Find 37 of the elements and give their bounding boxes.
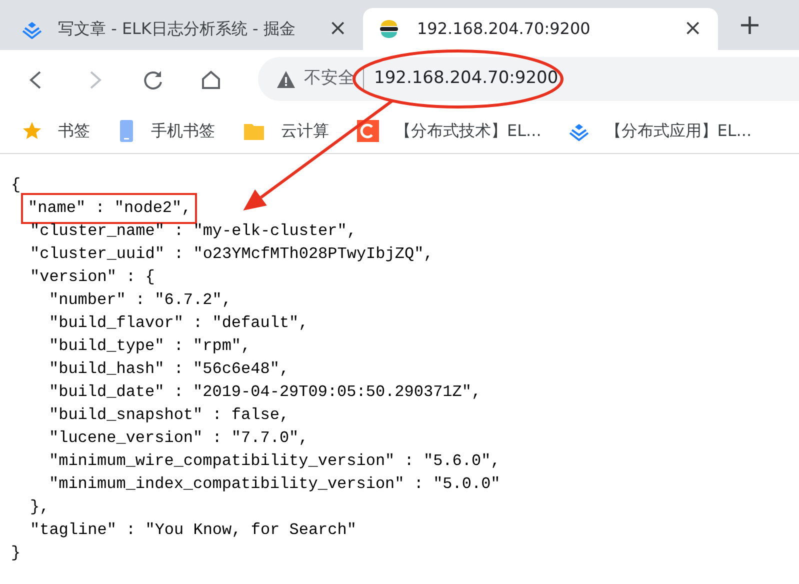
- bookmark[interactable]: 【分布式应用】EL...: [569, 118, 752, 142]
- json-line: {: [11, 175, 21, 196]
- close-button[interactable]: ×: [682, 18, 704, 40]
- json-line: "number" : "6.7.2",: [49, 290, 232, 311]
- chevron-stack-icon: [22, 19, 42, 39]
- tab-title: 192.168.204.70:9200: [417, 18, 592, 40]
- star-icon: [22, 120, 42, 140]
- new-tab-button[interactable]: +: [732, 10, 768, 40]
- security-label: 不安全: [304, 66, 364, 92]
- json-line: "lucene_version" : "7.7.0",: [49, 428, 308, 449]
- json-line: "minimum_wire_compatibility_version" : "5.6.0",: [49, 451, 500, 472]
- json-line: "build_hash" : "56c6e48",: [49, 359, 290, 380]
- bookmark[interactable]: 【分布式技术】EL...: [357, 118, 542, 142]
- json-line: "build_snapshot" : false,: [49, 405, 290, 426]
- tab-title: 写文章 - ELK日志分析系统 - 掘金: [58, 18, 296, 40]
- json-line: "version" : {: [30, 267, 155, 288]
- stripes-icon: [377, 19, 401, 39]
- json-line: "cluster_uuid" : "o23YMcfMTh028PTwyIbjZQ",: [30, 244, 434, 265]
- json-line: "tagline" : "You Know, for Search": [30, 520, 356, 541]
- warning-icon: [276, 70, 296, 88]
- json-line: },: [30, 497, 50, 518]
- address-bar[interactable]: 不安全 192.168.204.70:9200: [258, 57, 799, 101]
- phone-icon: [118, 120, 135, 142]
- json-line: "cluster_name" : "my-elk-cluster",: [30, 221, 356, 242]
- json-line: "build_date" : "2019-04-29T09:05:50.290371Z",: [49, 382, 482, 403]
- close-button[interactable]: ×: [326, 18, 349, 40]
- json-line: }: [11, 543, 21, 564]
- json-line: "build_type" : "rpm",: [49, 336, 251, 357]
- json-line: "build_flavor" : "default",: [49, 313, 308, 334]
- bookmark[interactable]: 书签: [22, 118, 90, 142]
- browser-tab[interactable]: 192.168.204.70:9200 ×: [363, 8, 718, 50]
- c-letter-icon: [357, 120, 379, 142]
- bookmark[interactable]: 云计算: [243, 118, 329, 142]
- json-line: "minimum_index_compatibility_version" : "5.0.0": [49, 474, 500, 495]
- browser-tab[interactable]: 写文章 - ELK日志分析系统 - 掘金 ×: [8, 8, 363, 50]
- bookmark[interactable]: 手机书签: [118, 118, 215, 142]
- url-text: 192.168.204.70:9200: [373, 67, 558, 90]
